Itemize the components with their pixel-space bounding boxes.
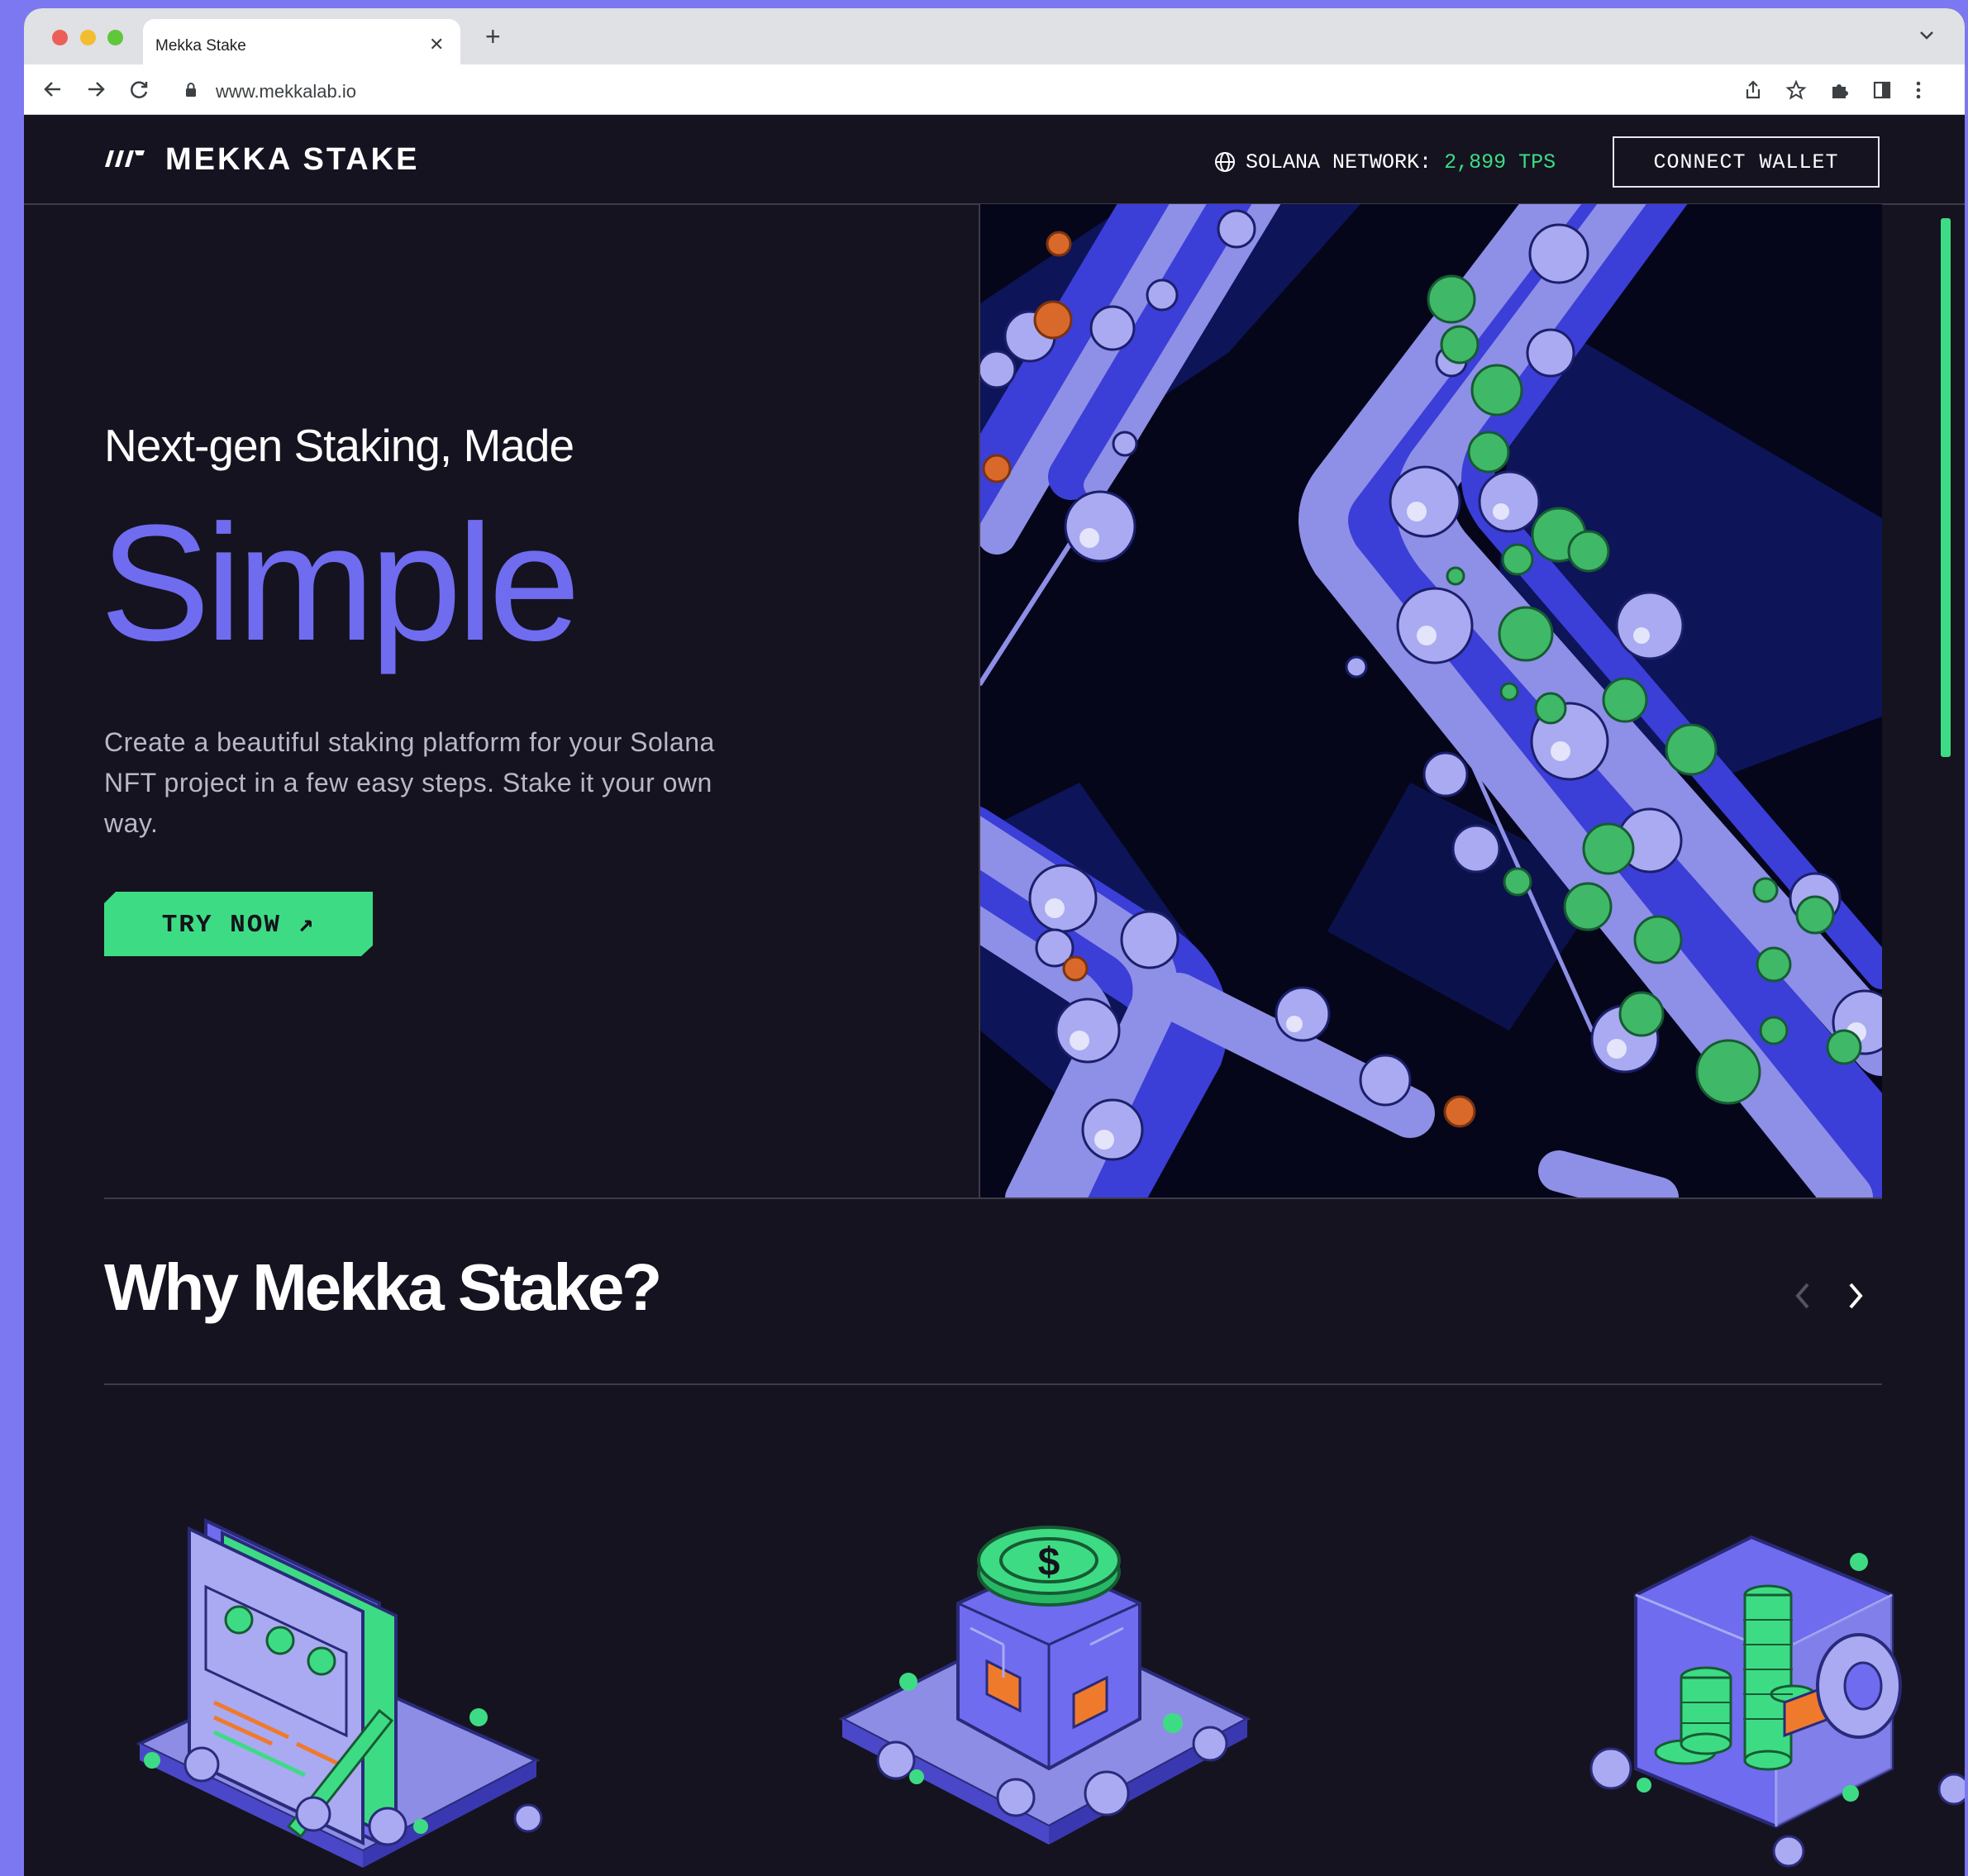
chevron-down-icon[interactable] — [1918, 30, 1935, 41]
connect-wallet-button[interactable]: CONNECT WALLET — [1613, 136, 1880, 188]
why-section-divider — [104, 1383, 1882, 1385]
share-icon[interactable] — [1743, 79, 1763, 101]
browser-window: Mekka Stake ✕ + www.mekkalab.io MEKKA ST… — [24, 8, 1965, 1876]
hero-bottom-divider — [104, 1197, 1882, 1199]
reload-icon[interactable] — [129, 79, 150, 101]
vault-coins-illustration — [1589, 1535, 1965, 1868]
tab-bar: Mekka Stake ✕ + — [24, 8, 1965, 65]
site-header: MEKKA STAKE SOLANA NETWORK: 2,899 TPS CO… — [24, 114, 1965, 205]
hero-illustration — [980, 204, 1882, 1197]
bookmark-star-icon[interactable] — [1785, 79, 1807, 101]
svg-text:$: $ — [1038, 1540, 1060, 1584]
network-tps-value: 2,899 TPS — [1444, 150, 1556, 174]
logo-text[interactable]: MEKKA STAKE — [165, 144, 419, 175]
browser-tab[interactable]: Mekka Stake ✕ — [143, 19, 460, 65]
minimize-window-button[interactable] — [80, 30, 96, 45]
laptop-design-illustration — [136, 1517, 543, 1868]
forward-arrow-icon[interactable] — [85, 79, 107, 99]
carousel-prev-arrow-icon[interactable] — [1791, 1279, 1814, 1312]
hero-kicker: Next-gen Staking, Made — [104, 420, 574, 471]
page-scrollbar-thumb[interactable] — [1941, 218, 1951, 757]
why-section-title: Why Mekka Stake? — [104, 1250, 662, 1324]
network-status: SOLANA NETWORK: 2,899 TPS — [1246, 152, 1556, 173]
tab-close-icon[interactable]: ✕ — [429, 34, 444, 55]
extensions-puzzle-icon[interactable] — [1829, 79, 1851, 101]
address-bar: www.mekkalab.io — [24, 64, 1965, 115]
try-now-button[interactable]: TRY NOW ↗ — [104, 892, 373, 956]
lock-icon — [186, 83, 196, 97]
url-text: www.mekkalab.io — [216, 81, 356, 102]
globe-icon — [1215, 152, 1235, 172]
url-field[interactable] — [175, 69, 1779, 109]
hero-headline: Simple — [100, 491, 580, 675]
pipes-and-spheres-artwork — [980, 204, 1882, 1197]
network-label: SOLANA NETWORK: — [1246, 150, 1432, 174]
close-window-button[interactable] — [52, 30, 68, 45]
mekka-logo-icon[interactable] — [103, 149, 146, 169]
hero-description: Create a beautiful staking platform for … — [104, 727, 715, 838]
new-tab-icon[interactable]: + — [485, 23, 501, 50]
carousel-next-arrow-icon[interactable] — [1844, 1279, 1867, 1312]
coin-cube-illustration: $ — [838, 1526, 1251, 1845]
back-arrow-icon[interactable] — [42, 79, 64, 99]
tab-title: Mekka Stake — [155, 37, 246, 55]
side-panel-icon[interactable] — [1872, 79, 1892, 101]
menu-kebab-icon[interactable] — [1914, 79, 1923, 101]
maximize-window-button[interactable] — [107, 30, 123, 45]
